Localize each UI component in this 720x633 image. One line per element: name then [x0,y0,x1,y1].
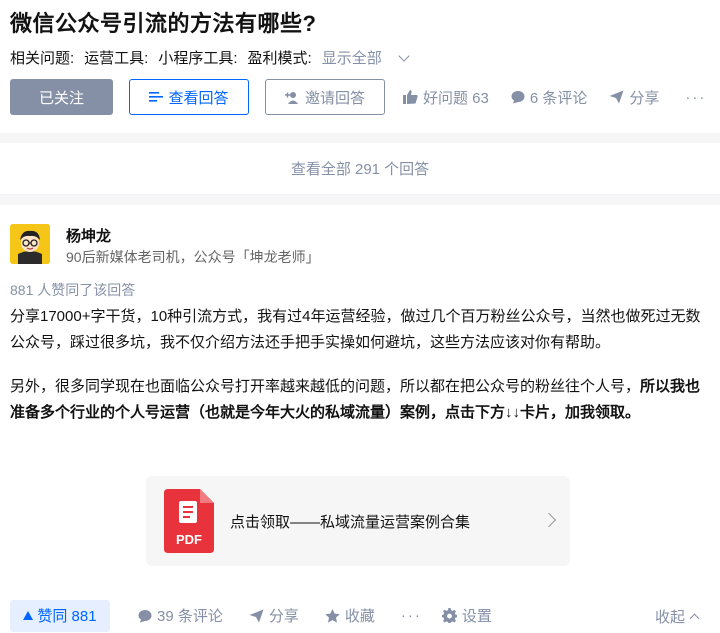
author-name[interactable]: 杨坤龙 [66,225,111,246]
answer-card: 杨坤龙 90后新媒体老司机，公众号「坤龙老师」 881 人赞同了该回答 分享17… [0,205,720,633]
topic-tag[interactable]: 小程序工具: [158,47,237,68]
pdf-label: PDF [176,532,202,547]
paragraph-text: 另外，很多同学现在也面临公众号打开率越来越低的问题，所以都在把公众号的粉丝往个人… [10,378,641,395]
answer-paragraph: 另外，很多同学现在也面临公众号打开率越来越低的问题，所以都在把公众号的粉丝往个人… [10,374,710,426]
share-button[interactable]: 分享 [249,605,299,626]
favorite-label: 收藏 [344,608,375,625]
author-bio: 90后新媒体老司机，公众号「坤龙老师」 [66,249,320,265]
collapse-label: 收起 [654,609,685,626]
comments-label: 39 条评论 [157,608,223,625]
show-all-label: 显示全部 [321,50,382,67]
gear-icon [441,608,457,623]
avatar-illustration [10,224,50,264]
settings-label: 设置 [461,608,492,625]
topic-tag[interactable]: 运营工具: [84,47,148,68]
follow-button[interactable]: 已关注 [10,79,113,115]
more-options-button[interactable]: ··· [685,89,706,106]
comment-icon [511,91,525,104]
invite-answer-button[interactable]: 邀请回答 [265,79,385,115]
share-label: 分享 [268,608,299,625]
chevron-down-icon [398,49,410,62]
avatar[interactable] [10,224,50,264]
topic-tag[interactable]: 盈利模式: [248,47,312,68]
section-divider [0,195,720,205]
good-question-label: 好问题 63 [423,89,489,107]
upvote-button[interactable]: 赞同 881 [10,599,110,632]
collapse-button[interactable]: 收起 [654,606,700,627]
comments-button[interactable]: 6 条评论 [511,87,588,108]
share-icon [609,90,624,104]
favorite-button[interactable]: 收藏 [325,605,375,626]
show-all-topics-button[interactable]: 显示全部 [322,47,418,68]
answer-list-icon [149,92,164,102]
good-question-button[interactable]: 好问题 63 [403,87,489,108]
upvote-label: 赞同 881 [37,608,97,625]
share-button[interactable]: 分享 [609,87,659,108]
comments-button[interactable]: 39 条评论 [138,605,223,626]
settings-button[interactable]: 设置 [441,605,492,626]
add-user-icon [284,91,298,104]
upvote-count-text[interactable]: 881 人赞同了该回答 [10,280,135,300]
comment-icon [138,609,152,622]
topics-label: 相关问题: [10,50,75,67]
view-answers-button[interactable]: 查看回答 [129,79,249,115]
chevron-up-icon [689,613,700,624]
chevron-right-icon [541,512,557,528]
section-divider [0,133,720,143]
view-all-answers-link[interactable]: 查看全部 291 个回答 [0,143,720,195]
invite-label: 邀请回答 [304,89,365,107]
share-label: 分享 [629,89,660,107]
question-header: 微信公众号引流的方法有哪些? 相关问题: 运营工具: 小程序工具: 盈利模式: … [0,0,720,133]
answer-paragraph: 分享17000+字干货，10种引流方式，我有过4年运营经验，做过几个百万粉丝公众… [10,308,701,351]
comments-label: 6 条评论 [529,89,588,107]
triangle-up-icon [23,611,34,620]
question-title[interactable]: 微信公众号引流的方法有哪些? [10,6,316,38]
star-icon [325,608,340,623]
view-answers-label: 查看回答 [168,89,229,107]
thumbs-up-icon [403,90,418,104]
pdf-file-icon: PDF [164,489,214,553]
answer-content: 分享17000+字干货，10种引流方式，我有过4年运营经验，做过几个百万粉丝公众… [10,304,710,444]
question-actions: 已关注 查看回答 邀请回答 好问题 63 6 条评论 分享 ··· [10,79,715,115]
related-topics: 相关问题: 运营工具: 小程序工具: 盈利模式: 显示全部 [10,47,428,68]
share-icon [249,609,264,622]
more-options-button[interactable]: ··· [401,607,422,624]
card-title: 点击领取——私域流量运营案例合集 [230,513,471,531]
answer-action-bar: 赞同 881 39 条评论 分享 收藏 ··· 设置 收起 [0,598,720,633]
file-card-link[interactable]: PDF 点击领取——私域流量运营案例合集 [146,476,570,566]
